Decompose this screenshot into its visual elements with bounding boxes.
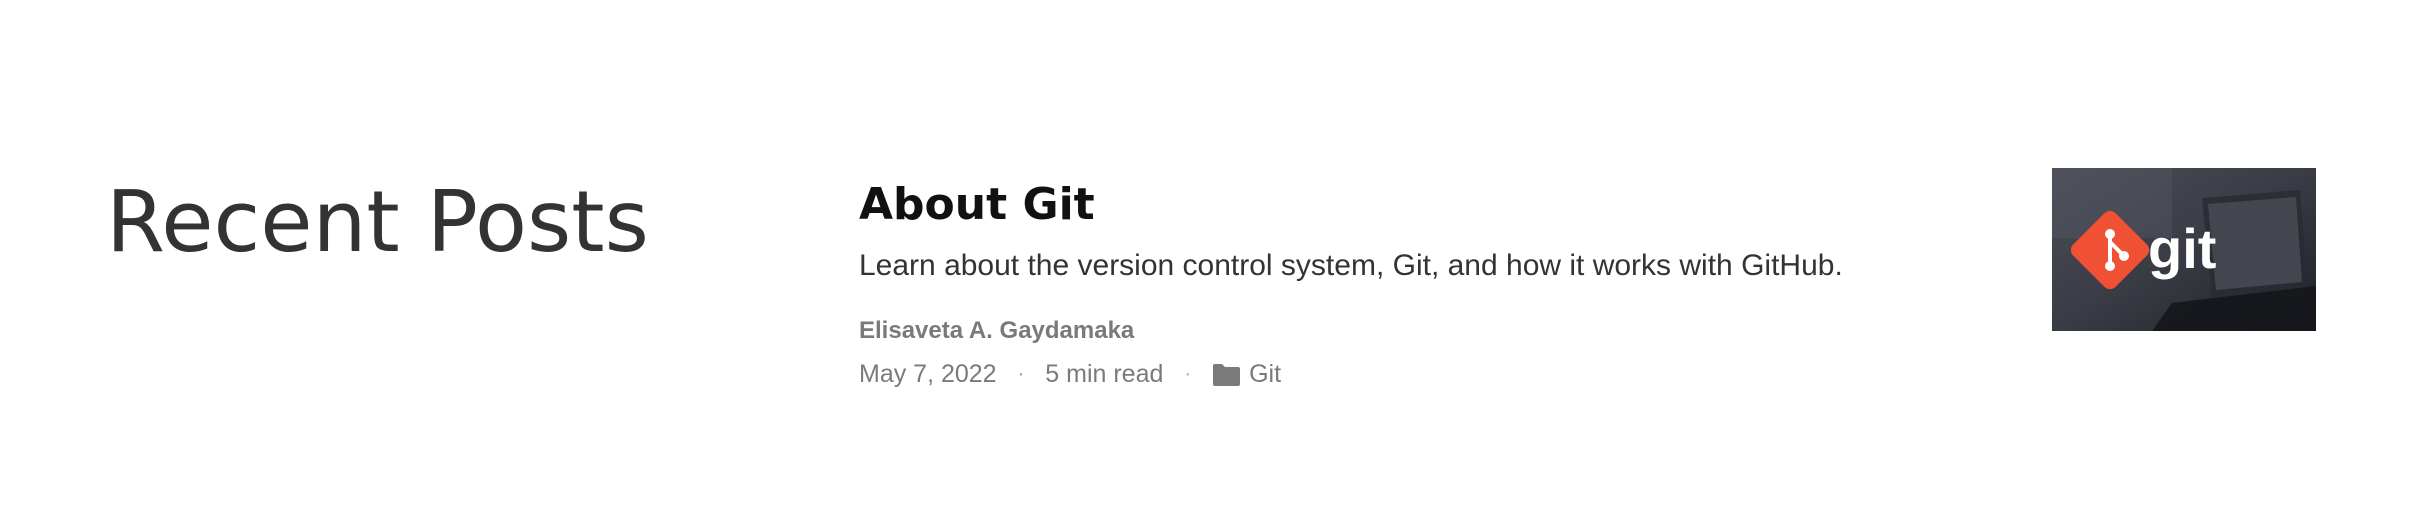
section-title: Recent Posts bbox=[106, 173, 649, 272]
post-date: May 7, 2022 bbox=[859, 360, 997, 388]
folder-icon bbox=[1212, 362, 1241, 386]
post-thumbnail[interactable]: git bbox=[2052, 168, 2316, 331]
post-card: About Git Learn about the version contro… bbox=[859, 170, 1859, 391]
meta-separator: · bbox=[1184, 363, 1192, 385]
git-logo-text: git bbox=[2148, 217, 2216, 280]
post-excerpt: Learn about the version control system, … bbox=[859, 249, 1843, 282]
post-category-link[interactable]: Git bbox=[1249, 357, 1281, 391]
post-meta: May 7, 2022 · 5 min read · Git bbox=[859, 357, 1859, 391]
meta-separator: · bbox=[1017, 363, 1025, 385]
git-thumbnail-image: git bbox=[2052, 168, 2316, 331]
post-read-time: 5 min read bbox=[1045, 360, 1164, 388]
post-author: Elisaveta A. Gaydamaka bbox=[859, 317, 1135, 344]
post-title-link[interactable]: About Git bbox=[859, 170, 1859, 240]
